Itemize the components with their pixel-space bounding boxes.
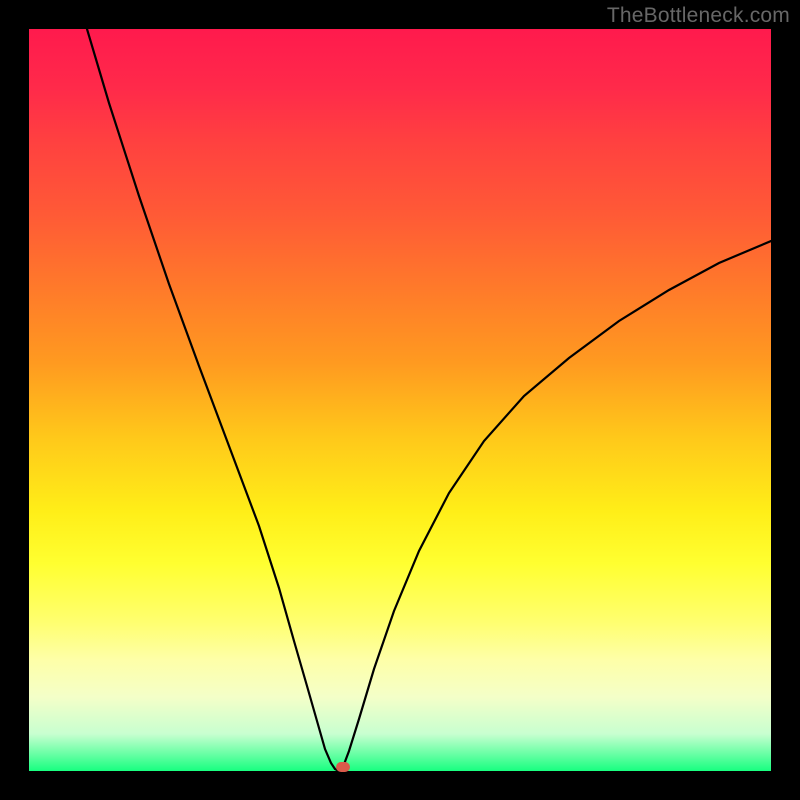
chart-frame: TheBottleneck.com (0, 0, 800, 800)
watermark-text: TheBottleneck.com (607, 4, 790, 28)
curve-path (87, 29, 771, 771)
optimum-marker (336, 762, 350, 772)
plot-area (29, 29, 771, 771)
bottleneck-curve (29, 29, 771, 771)
